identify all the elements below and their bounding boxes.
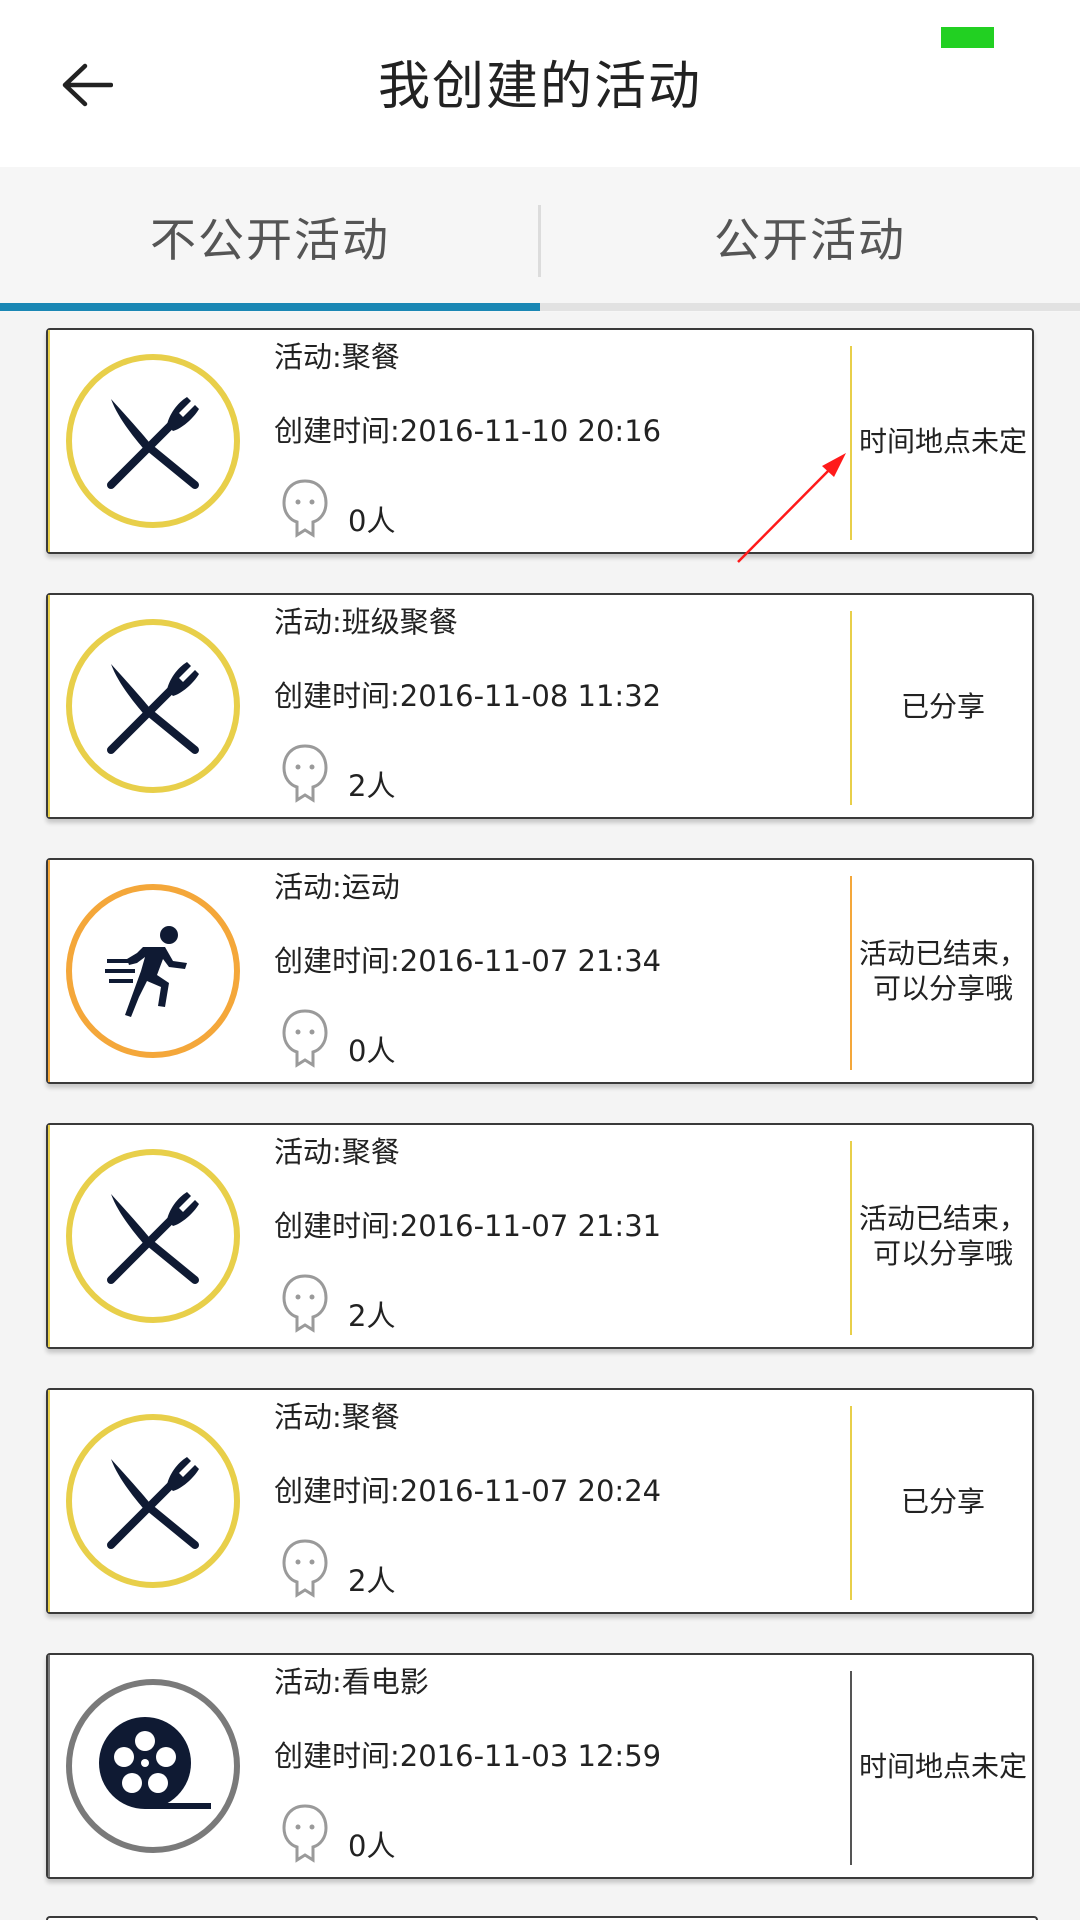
activity-name: 活动:聚餐	[274, 1135, 400, 1169]
activity-card[interactable]: 活动:运动 创建时间:2016-11-07 21:34 0人 活动已结束， 可以…	[46, 858, 1034, 1084]
activity-type-badge	[66, 1149, 240, 1323]
activity-card[interactable]: 活动:看电影 创建时间:2016-11-03 12:59 0人 时间地点未定	[46, 1653, 1034, 1879]
created-time: 创建时间:2016-11-08 11:32	[274, 679, 662, 713]
activity-status: 时间地点未定	[858, 424, 1027, 458]
battery-indicator	[941, 27, 994, 48]
card-accent-bar	[48, 1390, 50, 1612]
activity-status: 活动已结束， 可以分享哦	[858, 937, 1027, 1005]
activity-name: 活动:班级聚餐	[274, 605, 458, 639]
fork-knife-icon	[107, 1457, 199, 1549]
created-time: 创建时间:2016-11-10 20:16	[274, 414, 662, 448]
screen: 我创建的活动 不公开活动 公开活动 活动:聚餐 创建时间:2016-11-10 …	[0, 0, 1080, 1920]
card-accent-bar	[48, 595, 50, 817]
activity-card[interactable]: 活动:聚餐 创建时间:2016-11-07 20:24 2人 已分享	[46, 1388, 1034, 1614]
activity-status: 时间地点未定	[858, 1749, 1027, 1783]
activity-status: 已分享	[900, 689, 985, 723]
tab-active-indicator	[0, 303, 540, 311]
activity-name: 活动:运动	[274, 870, 400, 904]
participant-count: 2人	[348, 1299, 396, 1333]
status-divider	[850, 1671, 852, 1865]
status-divider	[850, 611, 852, 805]
fork-knife-icon	[107, 1192, 199, 1284]
created-time: 创建时间:2016-11-07 20:24	[274, 1474, 662, 1508]
activity-status: 活动已结束， 可以分享哦	[858, 1202, 1027, 1270]
activity-name: 活动:看电影	[274, 1665, 429, 1699]
fork-knife-icon	[107, 662, 199, 754]
activity-list[interactable]: 活动:聚餐 创建时间:2016-11-10 20:16 0人 时间地点未定 活动…	[0, 312, 1080, 1920]
activity-card[interactable]: 活动:聚餐 创建时间:2016-11-07 21:31 2人 活动已结束， 可以…	[46, 1123, 1034, 1349]
tab-private-activities[interactable]: 不公开活动	[0, 167, 540, 307]
card-accent-bar	[48, 860, 50, 1082]
activity-name: 活动:聚餐	[274, 340, 400, 374]
participants-icon	[282, 1804, 328, 1863]
status-divider	[850, 1141, 852, 1335]
participant-count: 0人	[348, 1829, 396, 1863]
participant-count: 0人	[348, 1034, 396, 1068]
status-divider	[850, 1406, 852, 1600]
created-time: 创建时间:2016-11-07 21:34	[274, 944, 662, 978]
participants-icon	[282, 1009, 328, 1068]
activity-card[interactable]: 活动:班级聚餐 创建时间:2016-11-08 11:32 2人 已分享	[46, 593, 1034, 819]
status-divider	[850, 876, 852, 1070]
activity-type-badge	[66, 884, 240, 1058]
app-header: 我创建的活动	[0, 0, 1080, 167]
participants-icon	[282, 1274, 328, 1333]
tab-bar: 不公开活动 公开活动	[0, 167, 1080, 312]
activity-status: 已分享	[900, 1484, 985, 1518]
status-divider	[850, 346, 852, 540]
participants-icon	[282, 1539, 328, 1598]
activity-card-partial[interactable]	[46, 1916, 1038, 1920]
card-accent-bar	[48, 1125, 50, 1347]
film-reel-icon	[99, 1717, 211, 1809]
card-accent-bar	[48, 330, 50, 552]
created-time: 创建时间:2016-11-07 21:31	[274, 1209, 662, 1243]
page-title: 我创建的活动	[377, 57, 702, 117]
fork-knife-icon	[107, 397, 199, 489]
participants-icon	[282, 479, 328, 538]
participants-icon	[282, 744, 328, 803]
participant-count: 2人	[348, 1564, 396, 1598]
participant-count: 2人	[348, 769, 396, 803]
activity-type-badge	[66, 619, 240, 793]
tab-public-activities[interactable]: 公开活动	[540, 167, 1080, 307]
activity-type-badge	[66, 354, 240, 528]
runner-icon	[105, 926, 187, 1017]
created-time: 创建时间:2016-11-03 12:59	[274, 1739, 662, 1773]
activity-type-badge	[66, 1414, 240, 1588]
activity-card[interactable]: 活动:聚餐 创建时间:2016-11-10 20:16 0人 时间地点未定	[46, 328, 1034, 554]
activity-name: 活动:聚餐	[274, 1400, 400, 1434]
activity-type-badge	[66, 1679, 240, 1853]
card-accent-bar	[48, 1655, 50, 1877]
participant-count: 0人	[348, 504, 396, 538]
